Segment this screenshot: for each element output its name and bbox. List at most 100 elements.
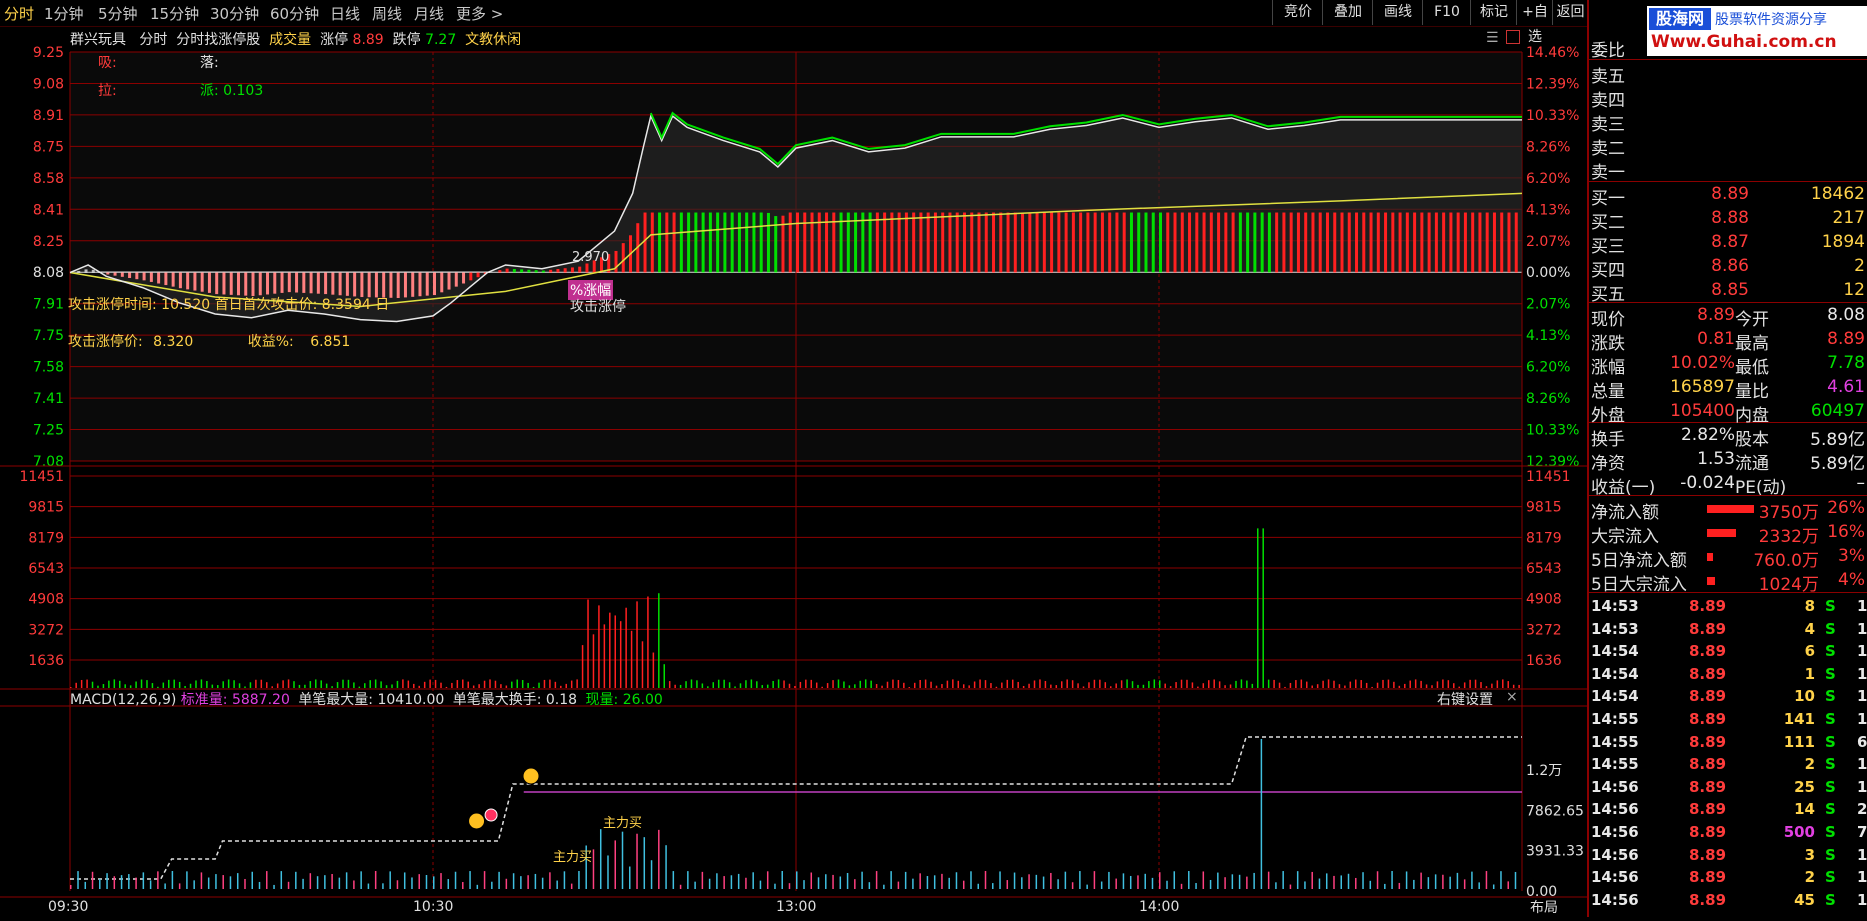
tab-5min[interactable]: 5分钟 [98, 3, 138, 24]
f10-button[interactable]: F10 [1422, 0, 1471, 25]
tick-count: 1 [1857, 664, 1867, 683]
fund-flow-row: 净流入额 3750万 26% [1589, 498, 1867, 523]
histogram-bar [1108, 212, 1112, 273]
tick-time: 14:56 [1591, 823, 1639, 841]
histogram-bar [157, 272, 161, 284]
histogram-bar [512, 268, 516, 273]
macd-bar [113, 876, 116, 889]
volume-bar [1148, 681, 1150, 688]
tick-volume: 45 [1794, 890, 1815, 909]
histogram-bar [520, 269, 524, 273]
histogram-bar [338, 272, 342, 296]
macd-bar [1253, 872, 1255, 889]
mark-button[interactable]: 标记 [1470, 0, 1517, 25]
histogram-bar [1514, 212, 1518, 273]
tab-30min[interactable]: 30分钟 [210, 3, 259, 24]
menu-icon[interactable]: ☰ [1486, 30, 1499, 46]
volume-bar [1349, 681, 1352, 688]
overlay-button[interactable]: 叠加 [1322, 0, 1373, 25]
volume-bar [304, 684, 306, 688]
macd-bar [1108, 871, 1110, 889]
volume-bar [1142, 684, 1145, 688]
close-icon[interactable]: × [1506, 689, 1518, 705]
volume-bar [244, 686, 246, 688]
volume-bar [227, 679, 230, 688]
volume-bar [1491, 683, 1493, 688]
quote-value: 4.61 [1827, 377, 1865, 397]
add-watchlist-button[interactable]: +自选 [1516, 0, 1553, 45]
macd-bar [592, 849, 595, 889]
volume-bar [723, 679, 725, 688]
tick-row: 14:54 8.89 6 S 1 [1589, 642, 1867, 664]
tab-week[interactable]: 周线 [372, 3, 402, 24]
draw-line-button[interactable]: 画线 [1372, 0, 1423, 25]
tab-month[interactable]: 月线 [414, 3, 444, 24]
volume-bar [1371, 686, 1373, 688]
macd-bar [142, 872, 145, 889]
macd-bar [186, 871, 188, 889]
volume-bar [647, 596, 649, 688]
profit-label: 收益%: [247, 334, 294, 350]
volume-bar [1278, 682, 1281, 688]
quote-label: 今开 [1735, 310, 1769, 330]
histogram-bar [687, 212, 691, 273]
histogram-bar [926, 212, 930, 273]
volume-bar [1387, 679, 1390, 688]
histogram-bar [178, 272, 182, 289]
volume-bar [1186, 679, 1188, 688]
back-button[interactable]: 返回 [1552, 0, 1588, 25]
macd-bar [890, 871, 892, 889]
volume-bar [805, 679, 807, 688]
volume-bar [91, 681, 94, 688]
maximize-icon[interactable] [1506, 30, 1520, 44]
auction-button[interactable]: 竞价 [1272, 0, 1323, 25]
volume-bar [521, 680, 524, 688]
macd-bar [491, 881, 493, 889]
tab-day[interactable]: 日线 [330, 3, 360, 24]
volume-bar [707, 686, 709, 688]
fund-flow-value: 3750万 [1758, 503, 1819, 523]
macd-bar [389, 871, 391, 889]
attack-limit-tag: 攻击涨停 [570, 299, 626, 315]
macd-bar [846, 872, 849, 889]
quote-value: 10.02% [1670, 353, 1735, 373]
volume-bar [1235, 680, 1237, 688]
histogram-bar [1021, 212, 1025, 273]
volume-bar [995, 686, 998, 688]
buy-label: 买一 [1591, 189, 1625, 209]
macd-bar [1188, 871, 1190, 889]
histogram-bar [258, 272, 262, 296]
tab-60min[interactable]: 60分钟 [270, 3, 319, 24]
attack-price-row: 攻击涨停价: 8.320 收益%: 6.851 [68, 331, 350, 351]
volume-bar [941, 684, 943, 688]
histogram-bar [810, 212, 814, 273]
tab-fenshi[interactable]: 分时 [4, 3, 34, 24]
fundamental-label: 净资 [1591, 454, 1625, 474]
volume-bar [429, 679, 431, 688]
volume-bar [342, 679, 344, 688]
volume-bar [1311, 685, 1313, 688]
volume-bar [886, 681, 889, 688]
intraday-chart[interactable]: 9.25 14.46% 9.08 12.39% 8.91 10.33% 8.75 8.26% 8… [0, 26, 1587, 917]
tab-more[interactable]: 更多 > [456, 3, 503, 24]
macd-bar [1449, 876, 1451, 889]
volume-bar [826, 683, 829, 688]
volume-bar [320, 680, 322, 688]
tick-time: 14:53 [1591, 619, 1639, 638]
limit-down-value: 7.27 [425, 32, 457, 48]
volume-bar [570, 680, 573, 688]
right-click-settings[interactable]: 右键设置 [1437, 689, 1493, 709]
tab-15min[interactable]: 15分钟 [150, 3, 199, 24]
tick-row: 14:55 8.89 111 S 6 [1589, 733, 1867, 755]
sell2-label: 卖二 [1591, 139, 1625, 159]
layout-button[interactable]: 布局 [1530, 897, 1558, 917]
histogram-bar [353, 272, 357, 297]
volume-tick-label-right: 1636 [1526, 653, 1562, 669]
macd-bar [411, 877, 413, 889]
tab-1min[interactable]: 1分钟 [44, 3, 84, 24]
volume-bar [1273, 679, 1275, 688]
volume-bar [1115, 683, 1117, 688]
macd-bar [469, 871, 471, 889]
macd-bar [1296, 871, 1299, 889]
tick-volume: 111 [1783, 732, 1815, 751]
